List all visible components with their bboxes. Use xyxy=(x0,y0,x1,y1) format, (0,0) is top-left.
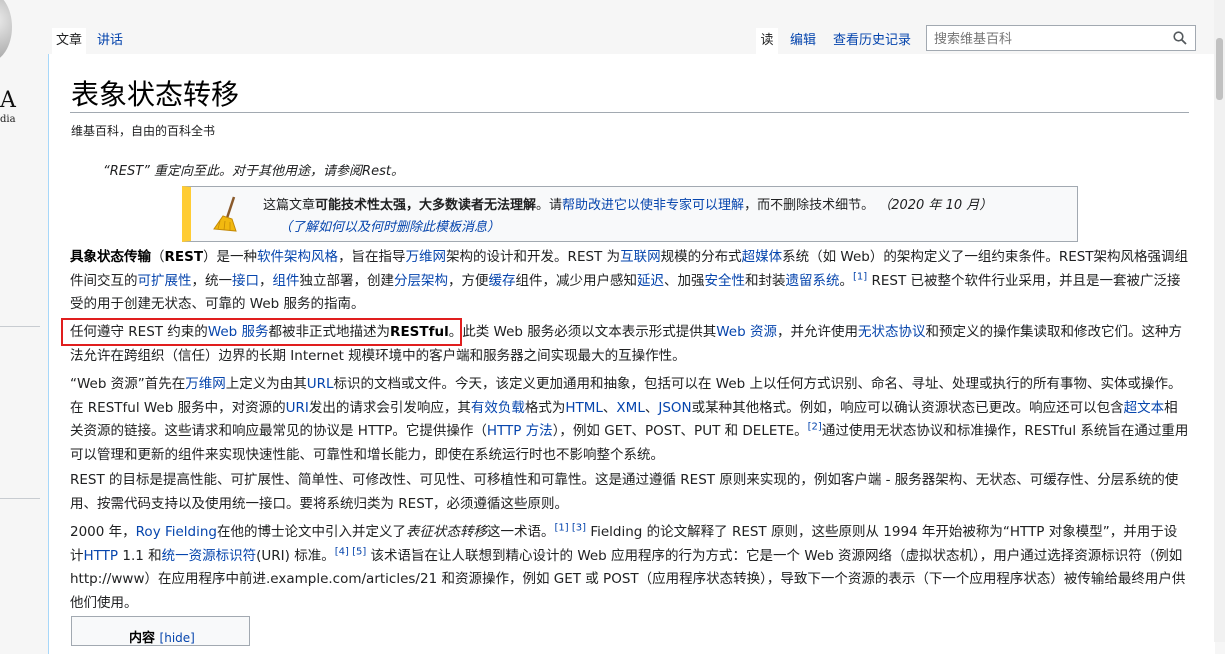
link-hypertext[interactable]: 超文本 xyxy=(1124,400,1165,416)
logo-wordmark: A xyxy=(0,88,16,113)
citation-4[interactable]: [4] xyxy=(335,546,349,557)
link-uri[interactable]: URI xyxy=(286,400,309,416)
link-roy-fielding[interactable]: Roy Fielding xyxy=(136,524,217,540)
sidebar-divider xyxy=(0,326,40,327)
link-www[interactable]: 万维网 xyxy=(185,376,226,392)
notice-help-link[interactable]: 帮助改进它以使非专家可以理解 xyxy=(562,198,744,213)
citation-2[interactable]: [2] xyxy=(808,422,822,433)
link-latency[interactable]: 延迟 xyxy=(637,273,664,289)
citation-3[interactable]: [3] xyxy=(572,523,586,534)
tab-read[interactable]: 读 xyxy=(756,28,778,54)
notice-removal-link[interactable]: （了解如何以及何时删除此模板消息） xyxy=(279,216,500,235)
toc-title: 内容 xyxy=(129,631,156,646)
link-cache[interactable]: 缓存 xyxy=(489,273,516,289)
search-input[interactable] xyxy=(932,27,1166,51)
search-icon[interactable] xyxy=(1173,31,1187,45)
link-scalability[interactable]: 可扩展性 xyxy=(138,273,192,289)
link-html[interactable]: HTML xyxy=(565,400,603,416)
highlight-box xyxy=(61,318,462,346)
link-url[interactable]: URL xyxy=(307,376,334,392)
link-payload[interactable]: 有效负载 xyxy=(471,400,525,416)
link-json[interactable]: JSON xyxy=(658,400,691,416)
link-http-methods[interactable]: HTTP 方法 xyxy=(487,423,553,439)
hatnote: “REST” 重定向至此。对于其他用途，请参阅Rest。 xyxy=(103,164,404,179)
citation-1[interactable]: [1] xyxy=(853,271,867,282)
intro-paragraph: 具象状态传输（REST）是一种软件架构风格，旨在指导万维网架构的设计和开发。RE… xyxy=(70,249,1189,312)
tab-talk[interactable]: 讲话 xyxy=(90,28,130,54)
link-legacy-system[interactable]: 遗留系统 xyxy=(786,273,840,289)
link-stateless-protocol[interactable]: 无状态协议 xyxy=(858,324,926,340)
title-divider xyxy=(70,112,1189,113)
logo-tagline: dia xyxy=(0,114,16,125)
wikipedia-globe-logo[interactable] xyxy=(0,0,12,62)
cleanup-notice: 这篇文章可能技术性太强，大多数读者无法理解。请帮助改进它以使非专家可以理解，而不… xyxy=(182,186,1078,242)
link-software-architecture[interactable]: 软件架构风格 xyxy=(257,249,338,265)
history-paragraph: 2000 年，Roy Fielding在他的博士论文中引入并定义了表征状态转移这… xyxy=(70,522,1186,611)
link-www[interactable]: 万维网 xyxy=(406,249,447,265)
web-resource-paragraph: “Web 资源”首先在万维网上定义为由其URL标识的文档或文件。今天，该定义更加… xyxy=(70,376,1189,463)
tab-article[interactable]: 文章 xyxy=(52,28,86,54)
search-box[interactable] xyxy=(926,25,1196,51)
tab-view-history[interactable]: 查看历史记录 xyxy=(828,28,916,54)
link-xml[interactable]: XML xyxy=(616,400,644,416)
citation-1[interactable]: [1] xyxy=(555,523,569,534)
link-uri-standard[interactable]: 统一资源标识符 xyxy=(162,548,257,564)
citation-5[interactable]: [5] xyxy=(352,546,366,557)
link-layered-architecture[interactable]: 分层架构 xyxy=(394,273,448,289)
tab-edit[interactable]: 编辑 xyxy=(786,28,820,54)
toc-hide-toggle[interactable]: [hide] xyxy=(160,631,195,645)
link-http[interactable]: HTTP xyxy=(84,548,119,564)
link-hypermedia[interactable]: 超媒体 xyxy=(742,249,783,265)
sidebar: A dia xyxy=(0,0,48,642)
link-web-resource[interactable]: Web 资源 xyxy=(716,324,777,340)
page-title: 表象状态转移 xyxy=(71,78,240,111)
site-tagline: 维基百科，自由的百科全书 xyxy=(71,124,216,138)
notice-date: （2020 年 10 月） xyxy=(878,198,993,213)
goals-paragraph: REST 的目标是提高性能、可扩展性、简单性、可修改性、可见性、可移植性和可靠性… xyxy=(70,472,1179,512)
notice-text: 这篇文章可能技术性太强，大多数读者无法理解。请帮助改进它以使非专家可以理解，而不… xyxy=(263,198,993,213)
link-security[interactable]: 安全性 xyxy=(705,273,746,289)
sidebar-divider xyxy=(0,498,40,499)
link-component[interactable]: 组件 xyxy=(273,273,300,289)
scrollbar-thumb[interactable] xyxy=(1216,38,1223,100)
broom-icon xyxy=(213,196,237,232)
link-internet[interactable]: 互联网 xyxy=(620,249,661,265)
link-interface[interactable]: 接口 xyxy=(232,273,259,289)
